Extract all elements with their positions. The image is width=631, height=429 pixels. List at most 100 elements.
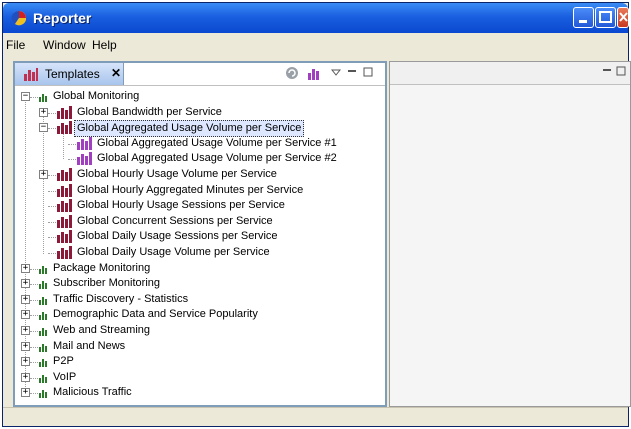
tree-item[interactable]: Global Aggregated Usage Volume per Servi… — [15, 151, 385, 166]
menu-window[interactable]: Window — [43, 38, 86, 52]
expand-icon[interactable]: + — [21, 310, 30, 320]
category-icon — [39, 94, 47, 102]
tree-category[interactable]: + Web and Streaming — [15, 323, 385, 338]
report-template-icon — [57, 183, 72, 197]
tree-category[interactable]: + Mail and News — [15, 339, 385, 354]
maximize-button[interactable] — [595, 7, 616, 28]
expand-icon[interactable]: + — [21, 326, 30, 335]
category-icon — [39, 374, 47, 383]
tree-connector — [48, 112, 56, 114]
category-icon — [39, 265, 47, 274]
tree-connector — [48, 175, 56, 176]
tree-item-label: Mail and News — [53, 339, 126, 352]
tree-category[interactable]: + Traffic Discovery - Statistics — [15, 292, 385, 307]
tree-connector — [30, 268, 38, 270]
tree-item[interactable]: Global Hourly Usage Sessions per Service — [15, 198, 385, 213]
minimize-button[interactable] — [573, 7, 594, 28]
tree-connector — [48, 206, 56, 208]
view-menu-icon[interactable] — [331, 67, 341, 77]
report-template-icon — [57, 105, 72, 119]
tree-category[interactable]: + VoIP — [15, 370, 385, 385]
category-icon — [39, 359, 47, 368]
editor-area — [389, 61, 631, 407]
minimize-view-icon[interactable] — [347, 67, 357, 77]
tree-item-label: Global Monitoring — [53, 90, 140, 102]
tree-category[interactable]: + Package Monitoring — [15, 261, 385, 276]
report-instance-icon — [77, 136, 92, 150]
menu-help[interactable]: Help — [92, 38, 117, 52]
tree-item-label: Global Bandwidth per Service — [77, 105, 222, 118]
menu-file[interactable]: File — [6, 38, 25, 52]
reporter-window: Reporter File Window Help Templates ✕ − … — [2, 2, 631, 427]
tree-item[interactable]: + Global Bandwidth per Service — [15, 105, 385, 120]
report-template-icon — [57, 246, 72, 259]
report-template-icon — [57, 230, 72, 244]
tree-item-label: Web and Streaming — [53, 324, 151, 336]
tree-item-label: Package Monitoring — [53, 261, 151, 274]
tree-item[interactable]: Global Daily Usage Volume per Service — [15, 245, 385, 260]
tree-item-label: Demographic Data and Service Popularity — [53, 308, 258, 321]
expand-icon[interactable]: + — [39, 170, 48, 179]
tab-close-icon[interactable]: ✕ — [111, 66, 121, 80]
expand-icon[interactable]: + — [21, 294, 30, 304]
templates-tabbar: Templates ✕ — [15, 63, 385, 86]
window-title: Reporter — [33, 10, 92, 26]
tree-category[interactable]: + Malicious Traffic — [15, 385, 385, 400]
tree-category[interactable]: + P2P — [15, 354, 385, 369]
new-report-icon[interactable] — [307, 66, 321, 80]
tree-item-label: Global Daily Usage Sessions per Service — [77, 230, 278, 243]
title-bar[interactable]: Reporter — [3, 3, 629, 33]
templates-view: Templates ✕ − Global Monitoring + Global Ba… — [13, 61, 387, 407]
maximize-editor-icon[interactable] — [616, 66, 626, 76]
category-icon — [39, 281, 47, 290]
tree-item[interactable]: Global Concurrent Sessions per Service — [15, 214, 385, 229]
tree-item-label: Global Concurrent Sessions per Service — [77, 214, 273, 227]
tree-item-label: Global Aggregated Usage Volume per Servi… — [97, 136, 337, 149]
tree-connector — [30, 331, 38, 332]
tree-item[interactable]: Global Hourly Aggregated Minutes per Ser… — [15, 183, 385, 198]
tree-connector — [30, 315, 38, 317]
tree-item-label: Global Aggregated Usage Volume per Servi… — [97, 152, 337, 165]
tree-item[interactable]: + Global Hourly Usage Volume per Service — [15, 167, 385, 182]
tree-item-label: P2P — [53, 355, 74, 368]
tree-item[interactable]: − Global Aggregated Usage Volume per Serv… — [15, 120, 385, 138]
tree-item-label: Malicious Traffic — [53, 386, 132, 399]
collapse-icon[interactable]: − — [21, 92, 30, 101]
tree-category[interactable]: − Global Monitoring — [15, 89, 385, 104]
report-template-icon — [57, 121, 72, 135]
tree-connector — [48, 221, 56, 223]
tree-connector — [30, 377, 38, 379]
expand-icon[interactable]: + — [21, 263, 30, 273]
expand-icon[interactable]: + — [21, 341, 30, 351]
tab-templates[interactable]: Templates ✕ — [15, 63, 124, 85]
tree-item-label: Global Daily Usage Volume per Service — [77, 246, 270, 258]
expand-icon[interactable]: + — [21, 357, 30, 367]
expand-icon[interactable]: + — [21, 388, 30, 398]
collapse-icon[interactable]: − — [39, 123, 48, 133]
expand-icon[interactable]: + — [39, 107, 48, 117]
tree-connector — [48, 253, 56, 254]
tree-connector — [68, 159, 76, 161]
tree-connector — [30, 284, 38, 286]
close-icon — [619, 12, 628, 22]
status-bar — [3, 407, 628, 426]
tree-connector — [48, 237, 56, 239]
minimize-editor-icon[interactable] — [602, 66, 612, 76]
tree-connector — [48, 128, 56, 130]
tree-item-label: Global Hourly Usage Volume per Service — [77, 168, 277, 180]
close-window-button[interactable] — [617, 7, 629, 28]
tree-category[interactable]: + Subscriber Monitoring — [15, 276, 385, 291]
expand-icon[interactable]: + — [21, 279, 30, 289]
maximize-view-icon[interactable] — [363, 67, 373, 77]
category-icon — [39, 343, 47, 352]
expand-icon[interactable]: + — [21, 372, 30, 382]
refresh-icon[interactable] — [285, 66, 299, 80]
menu-bar: File Window Help — [3, 35, 628, 55]
tree-item[interactable]: Global Aggregated Usage Volume per Servi… — [15, 136, 385, 151]
tree-item[interactable]: Global Daily Usage Sessions per Service — [15, 229, 385, 244]
tree-item-label: Subscriber Monitoring — [53, 277, 160, 290]
tree-category[interactable]: + Demographic Data and Service Popularity — [15, 307, 385, 322]
tree-connector — [30, 362, 38, 364]
minimize-icon — [579, 20, 587, 23]
report-template-icon — [57, 199, 72, 213]
